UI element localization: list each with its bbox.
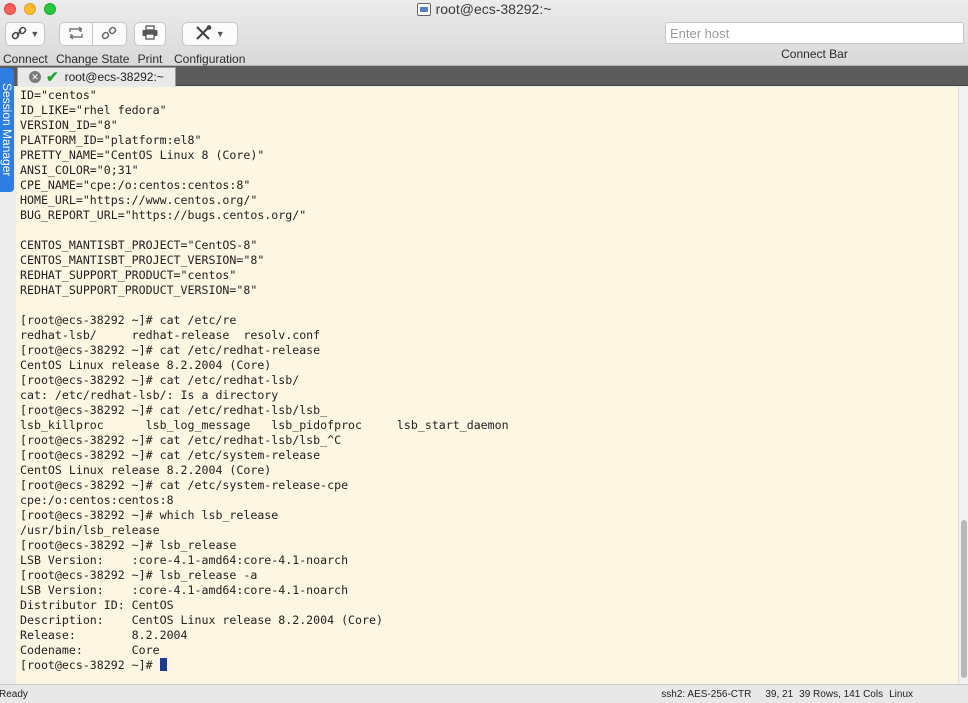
terminal-prompt: [root@ecs-38292 ~]# (20, 658, 160, 672)
terminal-line: REDHAT_SUPPORT_PRODUCT="centos" (20, 268, 237, 282)
terminal-line: CentOS Linux release 8.2.2004 (Core) (20, 463, 272, 477)
scrollbar-thumb[interactable] (961, 520, 967, 678)
terminal-line: CentOS Linux release 8.2.2004 (Core) (20, 358, 272, 372)
terminal-line: REDHAT_SUPPORT_PRODUCT_VERSION="8" (20, 283, 258, 297)
connect-button[interactable]: ▼ (5, 22, 46, 46)
change-state-label: Change State (56, 52, 130, 66)
connect-bar-label: Connect Bar (781, 47, 848, 61)
terminal-line: CPE_NAME="cpe:/o:centos:centos:8" (20, 178, 251, 192)
terminal-line: [root@ecs-38292 ~]# cat /etc/redhat-lsb/ (20, 373, 300, 387)
status-cursor-pos: 39, 21 (765, 689, 794, 700)
session-tab-label: root@ecs-38292:~ (64, 70, 164, 84)
configuration-tool: ▼ Configuration (174, 22, 245, 66)
status-bar: Ready ssh2: AES-256-CTR 39, 21 39 Rows, … (0, 684, 968, 703)
terminal-line: BUG_REPORT_URL="https://bugs.centos.org/… (20, 208, 307, 222)
terminal-prompt-line: [root@ecs-38292 ~]# (20, 658, 958, 673)
terminal-line: [root@ecs-38292 ~]# cat /etc/redhat-rele… (20, 343, 321, 357)
terminal-line: CENTOS_MANTISBT_PROJECT="CentOS-8" (20, 238, 258, 252)
terminal-scrollbar[interactable] (958, 87, 968, 684)
terminal-line: redhat-lsb/ redhat-release resolv.conf (20, 328, 321, 342)
terminal-line: [root@ecs-38292 ~]# cat /etc/system-rele… (20, 448, 321, 462)
title-toolbar: root@ecs-38292:~ ▼ Connect Change State … (0, 0, 968, 66)
terminal-line: ID="centos" (20, 88, 97, 102)
link-icon (11, 26, 27, 43)
terminal-line: Codename: Core (20, 643, 160, 657)
terminal-line: LSB Version: :core-4.1-amd64:core-4.1-no… (20, 583, 349, 597)
terminal-line: PRETTY_NAME="CentOS Linux 8 (Core)" (20, 148, 265, 162)
terminal-line: LSB Version: :core-4.1-amd64:core-4.1-no… (20, 553, 349, 567)
terminal-line: cat: /etc/redhat-lsb/: Is a directory (20, 388, 279, 402)
terminal-icon (416, 2, 431, 16)
print-button[interactable] (134, 22, 166, 46)
broken-link-icon (101, 26, 117, 43)
terminal-line: [root@ecs-38292 ~]# cat /etc/redhat-lsb/… (20, 403, 328, 417)
close-tab-icon[interactable]: ✕ (29, 71, 41, 83)
terminal-line: PLATFORM_ID="platform:el8" (20, 133, 202, 147)
terminal-line: [root@ecs-38292 ~]# cat /etc/system-rele… (20, 478, 349, 492)
terminal-line: Distributor ID: CentOS (20, 598, 174, 612)
host-input[interactable] (665, 22, 964, 44)
chevron-down-icon: ▼ (215, 29, 225, 39)
disconnect-button[interactable] (92, 22, 127, 46)
change-state-tool: Change State (56, 22, 129, 66)
session-manager-label: Session Manager (0, 83, 14, 177)
window-title-text: root@ecs-38292:~ (435, 1, 552, 17)
terminal-line: [root@ecs-38292 ~]# lsb_release (20, 538, 237, 552)
terminal-line: VERSION_ID="8" (20, 118, 118, 132)
change-state-button-group (58, 22, 127, 46)
status-size: 39 Rows, 141 Cols (799, 689, 884, 700)
status-state: Ready (0, 689, 28, 700)
terminal-line: [root@ecs-38292 ~]# cat /etc/redhat-lsb/… (20, 433, 342, 447)
status-info: ssh2: AES-256-CTR 39, 21 39 Rows, 141 Co… (661, 689, 913, 700)
terminal-line: cpe:/o:centos:centos:8 (20, 493, 174, 507)
terminal-line: [root@ecs-38292 ~]# which lsb_release (20, 508, 279, 522)
reconnect-button[interactable] (58, 22, 93, 46)
printer-icon (141, 25, 159, 43)
connect-label: Connect (3, 52, 48, 66)
terminal-line: ANSI_COLOR="0;31" (20, 163, 139, 177)
connected-check-icon: ✔ (46, 69, 59, 86)
terminal-line: [root@ecs-38292 ~]# lsb_release -a (20, 568, 258, 582)
terminal-line: CENTOS_MANTISBT_PROJECT_VERSION="8" (20, 253, 265, 267)
terminal-line: Release: 8.2.2004 (20, 628, 188, 642)
session-tab-strip: ✕ ✔ root@ecs-38292:~ (0, 66, 968, 86)
configuration-button[interactable]: ▼ (181, 22, 238, 46)
tools-icon (195, 24, 213, 44)
terminal-line: HOME_URL="https://www.centos.org/" (20, 193, 258, 207)
configuration-label: Configuration (174, 52, 246, 66)
session-tab[interactable]: ✕ ✔ root@ecs-38292:~ (17, 67, 176, 86)
terminal-line: [root@ecs-38292 ~]# cat /etc/re (20, 313, 237, 327)
terminal-line: /usr/bin/lsb_release (20, 523, 160, 537)
window-title: root@ecs-38292:~ (0, 1, 968, 17)
chevron-down-icon: ▼ (30, 29, 40, 39)
terminal-view[interactable]: ID="centos" ID_LIKE="rhel fedora" VERSION_… (16, 87, 958, 684)
print-label: Print (137, 52, 163, 66)
refresh-icon (67, 25, 85, 43)
terminal-line: Description: CentOS Linux release 8.2.20… (20, 613, 383, 627)
session-manager-tab[interactable]: Session Manager (0, 68, 14, 192)
status-encryption: ssh2: AES-256-CTR (661, 689, 752, 700)
terminal-output: ID="centos" ID_LIKE="rhel fedora" VERSION_… (16, 87, 958, 673)
terminal-line: ID_LIKE="rhel fedora" (20, 103, 167, 117)
status-emulation: Linux (889, 689, 913, 700)
print-tool: Print (134, 22, 166, 66)
terminal-cursor (159, 658, 167, 671)
app-window: root@ecs-38292:~ ▼ Connect Change State … (0, 0, 968, 703)
terminal-line: lsb_killproc lsb_log_message lsb_pidofpr… (20, 418, 509, 432)
connect-tool: ▼ Connect (3, 22, 48, 66)
